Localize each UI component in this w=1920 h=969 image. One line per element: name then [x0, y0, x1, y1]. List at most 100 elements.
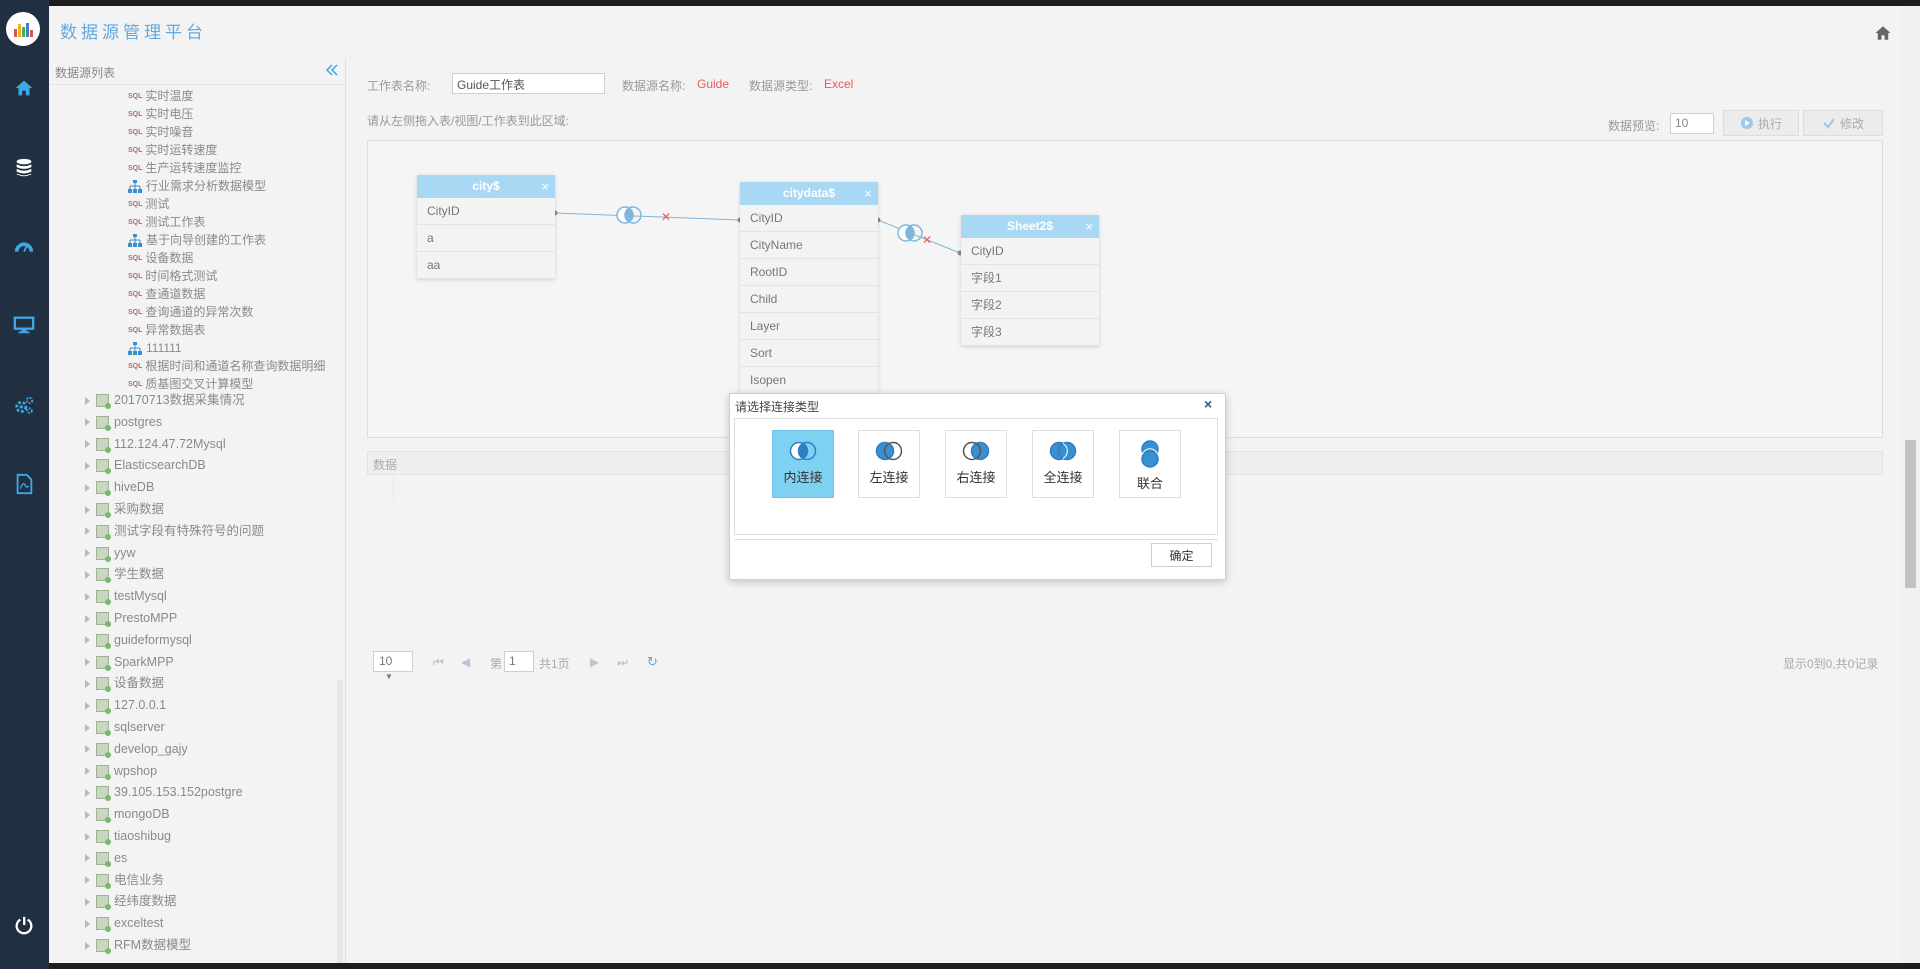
datasource-node[interactable]: ElasticsearchDB	[85, 457, 206, 475]
expand-arrow-icon[interactable]	[85, 614, 90, 623]
preview-count-input[interactable]: 10	[1670, 113, 1714, 134]
datasource-node[interactable]: PrestoMPP	[85, 610, 177, 627]
datasource-node[interactable]: exceltest	[85, 915, 163, 933]
table-field-row[interactable]: aa	[417, 252, 555, 279]
datasource-node[interactable]: develop_gajy	[85, 741, 188, 758]
tree-item[interactable]: SQL 测试工作表	[128, 214, 205, 231]
table-field-row[interactable]: CityID	[961, 238, 1099, 265]
tree-item[interactable]: SQL 实时电压	[128, 106, 193, 123]
expand-arrow-icon[interactable]	[85, 810, 90, 819]
run-button[interactable]: 执行	[1723, 110, 1799, 136]
expand-arrow-icon[interactable]	[85, 941, 90, 950]
expand-arrow-icon[interactable]	[85, 832, 90, 841]
left-join-option[interactable]: 左连接	[858, 430, 920, 498]
table-field-row[interactable]: CityName	[740, 232, 878, 259]
tree-item[interactable]: SQL 设备数据	[128, 250, 193, 267]
close-table-icon[interactable]: ×	[1085, 215, 1093, 238]
expand-arrow-icon[interactable]	[85, 723, 90, 732]
datasource-node[interactable]: guideformysql	[85, 632, 192, 649]
datasource-node[interactable]: 39.105.153.152postgre	[85, 784, 243, 802]
close-table-icon[interactable]: ×	[864, 182, 872, 205]
join-type-icon-1[interactable]	[613, 204, 645, 226]
datasource-node[interactable]: 采购数据	[85, 501, 164, 518]
remove-join-icon-1[interactable]: ✕	[661, 210, 671, 224]
datasource-node[interactable]: 电信业务	[85, 872, 164, 889]
tree-item[interactable]: SQL 查询通道的异常次数	[128, 304, 253, 321]
union-option[interactable]: 联合	[1119, 430, 1181, 498]
prev-page-icon[interactable]: ◀	[461, 655, 470, 669]
monitor-nav-icon[interactable]	[10, 311, 38, 339]
tree-item[interactable]: SQL 时间格式测试	[128, 268, 217, 285]
table-field-row[interactable]: CityID	[740, 205, 878, 232]
expand-arrow-icon[interactable]	[85, 549, 90, 558]
table-card-city[interactable]: city$ × CityID a aa	[417, 175, 555, 279]
tree-item[interactable]: SQL 查通道数据	[128, 286, 205, 303]
table-field-row[interactable]: 字段1	[961, 265, 1099, 292]
table-field-row[interactable]: Child	[740, 286, 878, 313]
pdf-nav-icon[interactable]	[10, 470, 38, 498]
right-join-option[interactable]: 右连接	[945, 430, 1007, 498]
datasource-node[interactable]: 127.0.0.1	[85, 697, 166, 715]
settings-nav-icon[interactable]	[10, 392, 38, 420]
first-page-icon[interactable]: ⏮	[433, 655, 444, 670]
close-table-icon[interactable]: ×	[541, 175, 549, 198]
expand-arrow-icon[interactable]	[85, 767, 90, 776]
table-card-citydata[interactable]: citydata$ × CityID CityName RootID Child Layer…	[740, 182, 878, 394]
expand-arrow-icon[interactable]	[85, 658, 90, 667]
expand-arrow-icon[interactable]	[85, 505, 90, 514]
expand-arrow-icon[interactable]	[85, 592, 90, 601]
table-field-row[interactable]: Sort	[740, 340, 878, 367]
remove-join-icon-2[interactable]: ✕	[922, 233, 932, 247]
expand-arrow-icon[interactable]	[85, 396, 90, 405]
datasource-node[interactable]: wpshop	[85, 763, 157, 780]
expand-arrow-icon[interactable]	[85, 483, 90, 492]
datasource-node[interactable]: 设备数据	[85, 675, 164, 693]
tree-item[interactable]: 基于向导创建的工作表	[128, 232, 266, 249]
database-nav-icon[interactable]	[10, 154, 38, 182]
datasource-node[interactable]: tiaoshibug	[85, 828, 171, 845]
expand-arrow-icon[interactable]	[85, 788, 90, 797]
expand-arrow-icon[interactable]	[85, 745, 90, 754]
datasource-node[interactable]: mongoDB	[85, 806, 170, 824]
home-nav-icon[interactable]	[10, 74, 38, 102]
table-field-row[interactable]: a	[417, 225, 555, 252]
datasource-node[interactable]: es	[85, 850, 127, 867]
dialog-ok-button[interactable]: 确定	[1151, 543, 1212, 567]
table-card-header[interactable]: Sheet2$ ×	[961, 215, 1099, 238]
datasource-node[interactable]: 测试字段有特殊符号的问题	[85, 523, 264, 540]
inner-join-option[interactable]: 内连接	[772, 430, 834, 498]
table-field-row[interactable]: Layer	[740, 313, 878, 340]
expand-arrow-icon[interactable]	[85, 440, 90, 449]
expand-arrow-icon[interactable]	[85, 854, 90, 863]
expand-arrow-icon[interactable]	[85, 701, 90, 710]
dashboard-nav-icon[interactable]	[10, 233, 38, 261]
table-field-row[interactable]: 字段3	[961, 319, 1099, 346]
edit-button[interactable]: 修改	[1803, 110, 1883, 136]
datasource-node[interactable]: 112.124.47.72Mysql	[85, 436, 226, 453]
datasource-node[interactable]: 学生数据	[85, 566, 164, 584]
datasource-node[interactable]: RFM数据模型	[85, 937, 191, 954]
table-field-row[interactable]: CityID	[417, 198, 555, 225]
tree-item[interactable]: SQL 实时噪音	[128, 124, 193, 141]
expand-arrow-icon[interactable]	[85, 418, 90, 427]
table-field-row[interactable]: Isopen	[740, 367, 878, 394]
worksheet-name-input[interactable]: Guide工作表	[452, 73, 605, 94]
table-card-header[interactable]: city$ ×	[417, 175, 555, 198]
tree-item[interactable]: SQL 根据时间和通道名称查询数据明细	[128, 358, 325, 375]
datasource-node[interactable]: testMysql	[85, 588, 167, 606]
expand-arrow-icon[interactable]	[85, 679, 90, 688]
expand-arrow-icon[interactable]	[85, 919, 90, 928]
full-join-option[interactable]: 全连接	[1032, 430, 1094, 498]
next-page-icon[interactable]: ▶	[590, 655, 599, 669]
expand-arrow-icon[interactable]	[85, 527, 90, 536]
datasource-node[interactable]: 经纬度数据	[85, 893, 177, 911]
tree-item[interactable]: SQL 实时运转速度	[128, 142, 217, 159]
tree-item[interactable]: SQL 质基图交叉计算模型	[128, 376, 253, 393]
table-card-sheet2[interactable]: Sheet2$ × CityID 字段1 字段2 字段3	[961, 215, 1099, 346]
tree-item[interactable]: 111111	[128, 340, 182, 357]
page-number-input[interactable]: 1	[504, 651, 534, 672]
table-field-row[interactable]: 字段2	[961, 292, 1099, 319]
datasource-node[interactable]: hiveDB	[85, 479, 154, 497]
dialog-close-icon[interactable]: ×	[1204, 396, 1212, 412]
datasource-node[interactable]: sqlserver	[85, 719, 165, 736]
